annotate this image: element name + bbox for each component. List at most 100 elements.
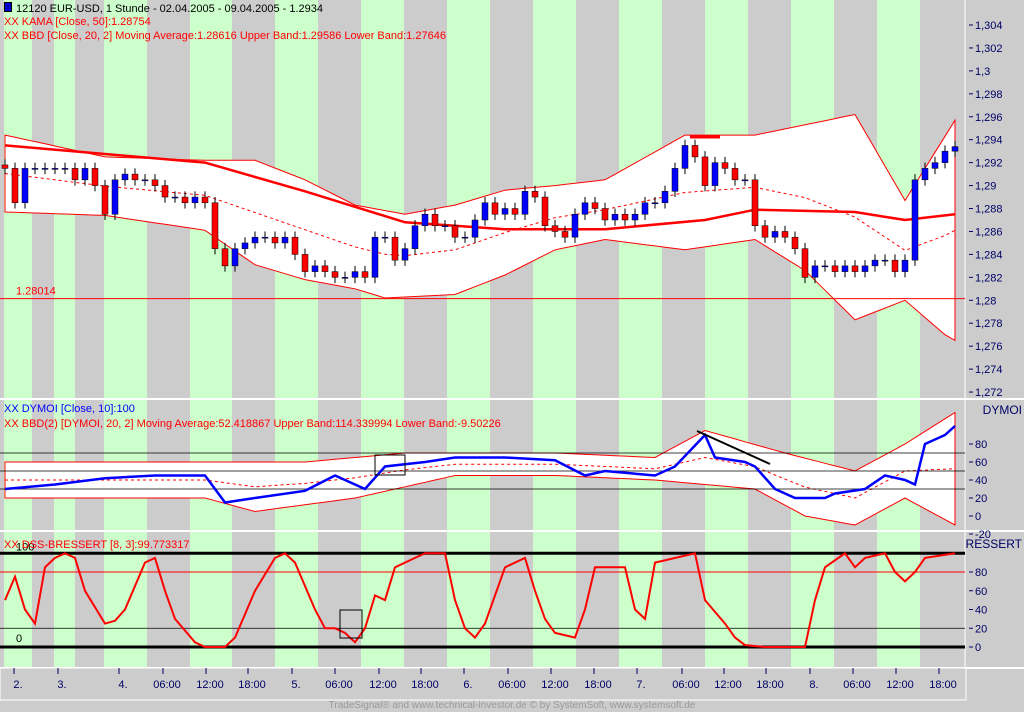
dss-axis-tick-label: 20 [975, 623, 987, 635]
candle-body [261, 236, 269, 239]
candle-body [201, 196, 209, 204]
candle-body [351, 271, 359, 278]
candle-body [181, 196, 189, 204]
x-axis-label: 06:00 [498, 679, 526, 691]
candle-body [601, 208, 609, 221]
candle-body [841, 265, 849, 272]
candle-body [511, 208, 519, 215]
candle-body [131, 173, 139, 181]
session-stripe [361, 0, 404, 398]
candle-body [521, 191, 529, 215]
candle-body [311, 265, 319, 272]
candle-body [731, 168, 739, 181]
price-axis-tick-label: 1,272 [975, 387, 1003, 399]
candle-body [421, 214, 429, 226]
x-axis-label: 12:00 [714, 679, 742, 691]
candle-body [411, 225, 419, 249]
price-axis-tick-label: 1,274 [975, 364, 1003, 376]
x-axis-area [0, 667, 967, 701]
price-axis-tick-label: 1,282 [975, 272, 1003, 284]
candle-body [901, 259, 909, 272]
candle-body [11, 168, 19, 204]
candle-body [251, 236, 259, 244]
x-axis-label: 7. [636, 679, 645, 691]
candle-body [851, 265, 859, 272]
candle-body [941, 150, 949, 163]
x-axis-label: 4. [118, 679, 127, 691]
candle-body [491, 202, 499, 215]
x-axis-label: 06:00 [325, 679, 353, 691]
legend-dymoi: XX DYMOI [Close, 10]:100 [4, 403, 135, 415]
candle-body [551, 225, 559, 232]
chart-canvas: 1,304 1,302 1,3 1,298 1,296 1,294 1,292 1,29 1,2… [0, 0, 1024, 712]
legend-dss: XX DSS-BRESSERT [8, 3]:99.773317 [4, 539, 190, 551]
chart-title: 12120 EUR-USD, 1 Stunde - 02.04.2005 - 0… [4, 2, 323, 15]
dymoi-axis-tick-label: 40 [975, 475, 987, 487]
candle-body [891, 259, 899, 272]
x-axis-label: 8. [809, 679, 818, 691]
candle-body [471, 219, 479, 238]
candle-body [321, 265, 329, 272]
candle-body [831, 265, 839, 272]
candle-body [721, 162, 729, 169]
candle-body [791, 236, 799, 249]
candle-body [581, 202, 589, 215]
x-axis-label: 12:00 [541, 679, 569, 691]
candle-body [641, 202, 649, 215]
candle-body [571, 214, 579, 238]
candle-body [121, 173, 129, 181]
candle-body [441, 225, 449, 227]
price-axis-tick-label: 1,298 [975, 89, 1003, 101]
legend-kama: XX KAMA [Close, 50]:1.28754 [4, 16, 151, 28]
price-axis-tick-label: 1,29 [975, 181, 996, 193]
candle-body [61, 168, 69, 170]
candle-body [951, 146, 959, 152]
price-axis-tick-label: 1,286 [975, 226, 1003, 238]
candle-body [611, 214, 619, 221]
candle-body [291, 236, 299, 255]
candle-body [711, 162, 719, 186]
candle-body [161, 185, 169, 198]
candle-body [151, 179, 159, 186]
candle-body [31, 168, 39, 170]
candle-body [591, 202, 599, 209]
candle-body [71, 168, 79, 181]
candle-body [871, 259, 879, 267]
legend-bbd: XX BBD [Close, 20, 2] Moving Average:1.2… [4, 30, 446, 42]
dymoi-axis-tick-label: 0 [975, 511, 981, 523]
footer-copyright: TradeSignal® and www.technical-investor.… [328, 700, 696, 711]
candle-body [741, 179, 749, 182]
candle-body [371, 236, 379, 278]
dymoi-axis-tick-label: 80 [975, 439, 987, 451]
x-axis-label: 12:00 [369, 679, 397, 691]
candle-body [881, 259, 889, 262]
background [0, 0, 1024, 712]
candle-body [931, 162, 939, 169]
dymoi-axis-tick-label: 20 [975, 493, 987, 505]
candle-body [301, 254, 309, 272]
candle-body [811, 265, 819, 278]
price-axis-tick-label: 1,28 [975, 295, 996, 307]
price-axis-tick-label: 1,3 [975, 66, 990, 78]
candle-body [141, 179, 149, 182]
candle-body [51, 168, 59, 170]
candle-body [401, 248, 409, 261]
candle-body [761, 225, 769, 238]
candle-body [91, 168, 99, 186]
candle-body [21, 168, 29, 204]
dss-axis-tick-label: 60 [975, 586, 987, 598]
candle-body [211, 202, 219, 249]
candle-body [911, 179, 919, 261]
x-axis-label: 12:00 [886, 679, 914, 691]
x-axis-label: 06:00 [153, 679, 181, 691]
candle-body [501, 208, 509, 215]
price-axis-tick-label: 1,288 [975, 204, 1003, 216]
candle-body [481, 202, 489, 221]
candle-body [801, 248, 809, 278]
x-axis-label: 2. [13, 679, 22, 691]
x-axis-label: 5. [291, 679, 300, 691]
price-axis-tick-label: 1,284 [975, 249, 1003, 261]
title-text: 12120 EUR-USD, 1 Stunde - 02.04.2005 - 0… [16, 3, 323, 15]
candle-body [691, 145, 699, 158]
dss-axis-tick-label: 40 [975, 605, 987, 617]
